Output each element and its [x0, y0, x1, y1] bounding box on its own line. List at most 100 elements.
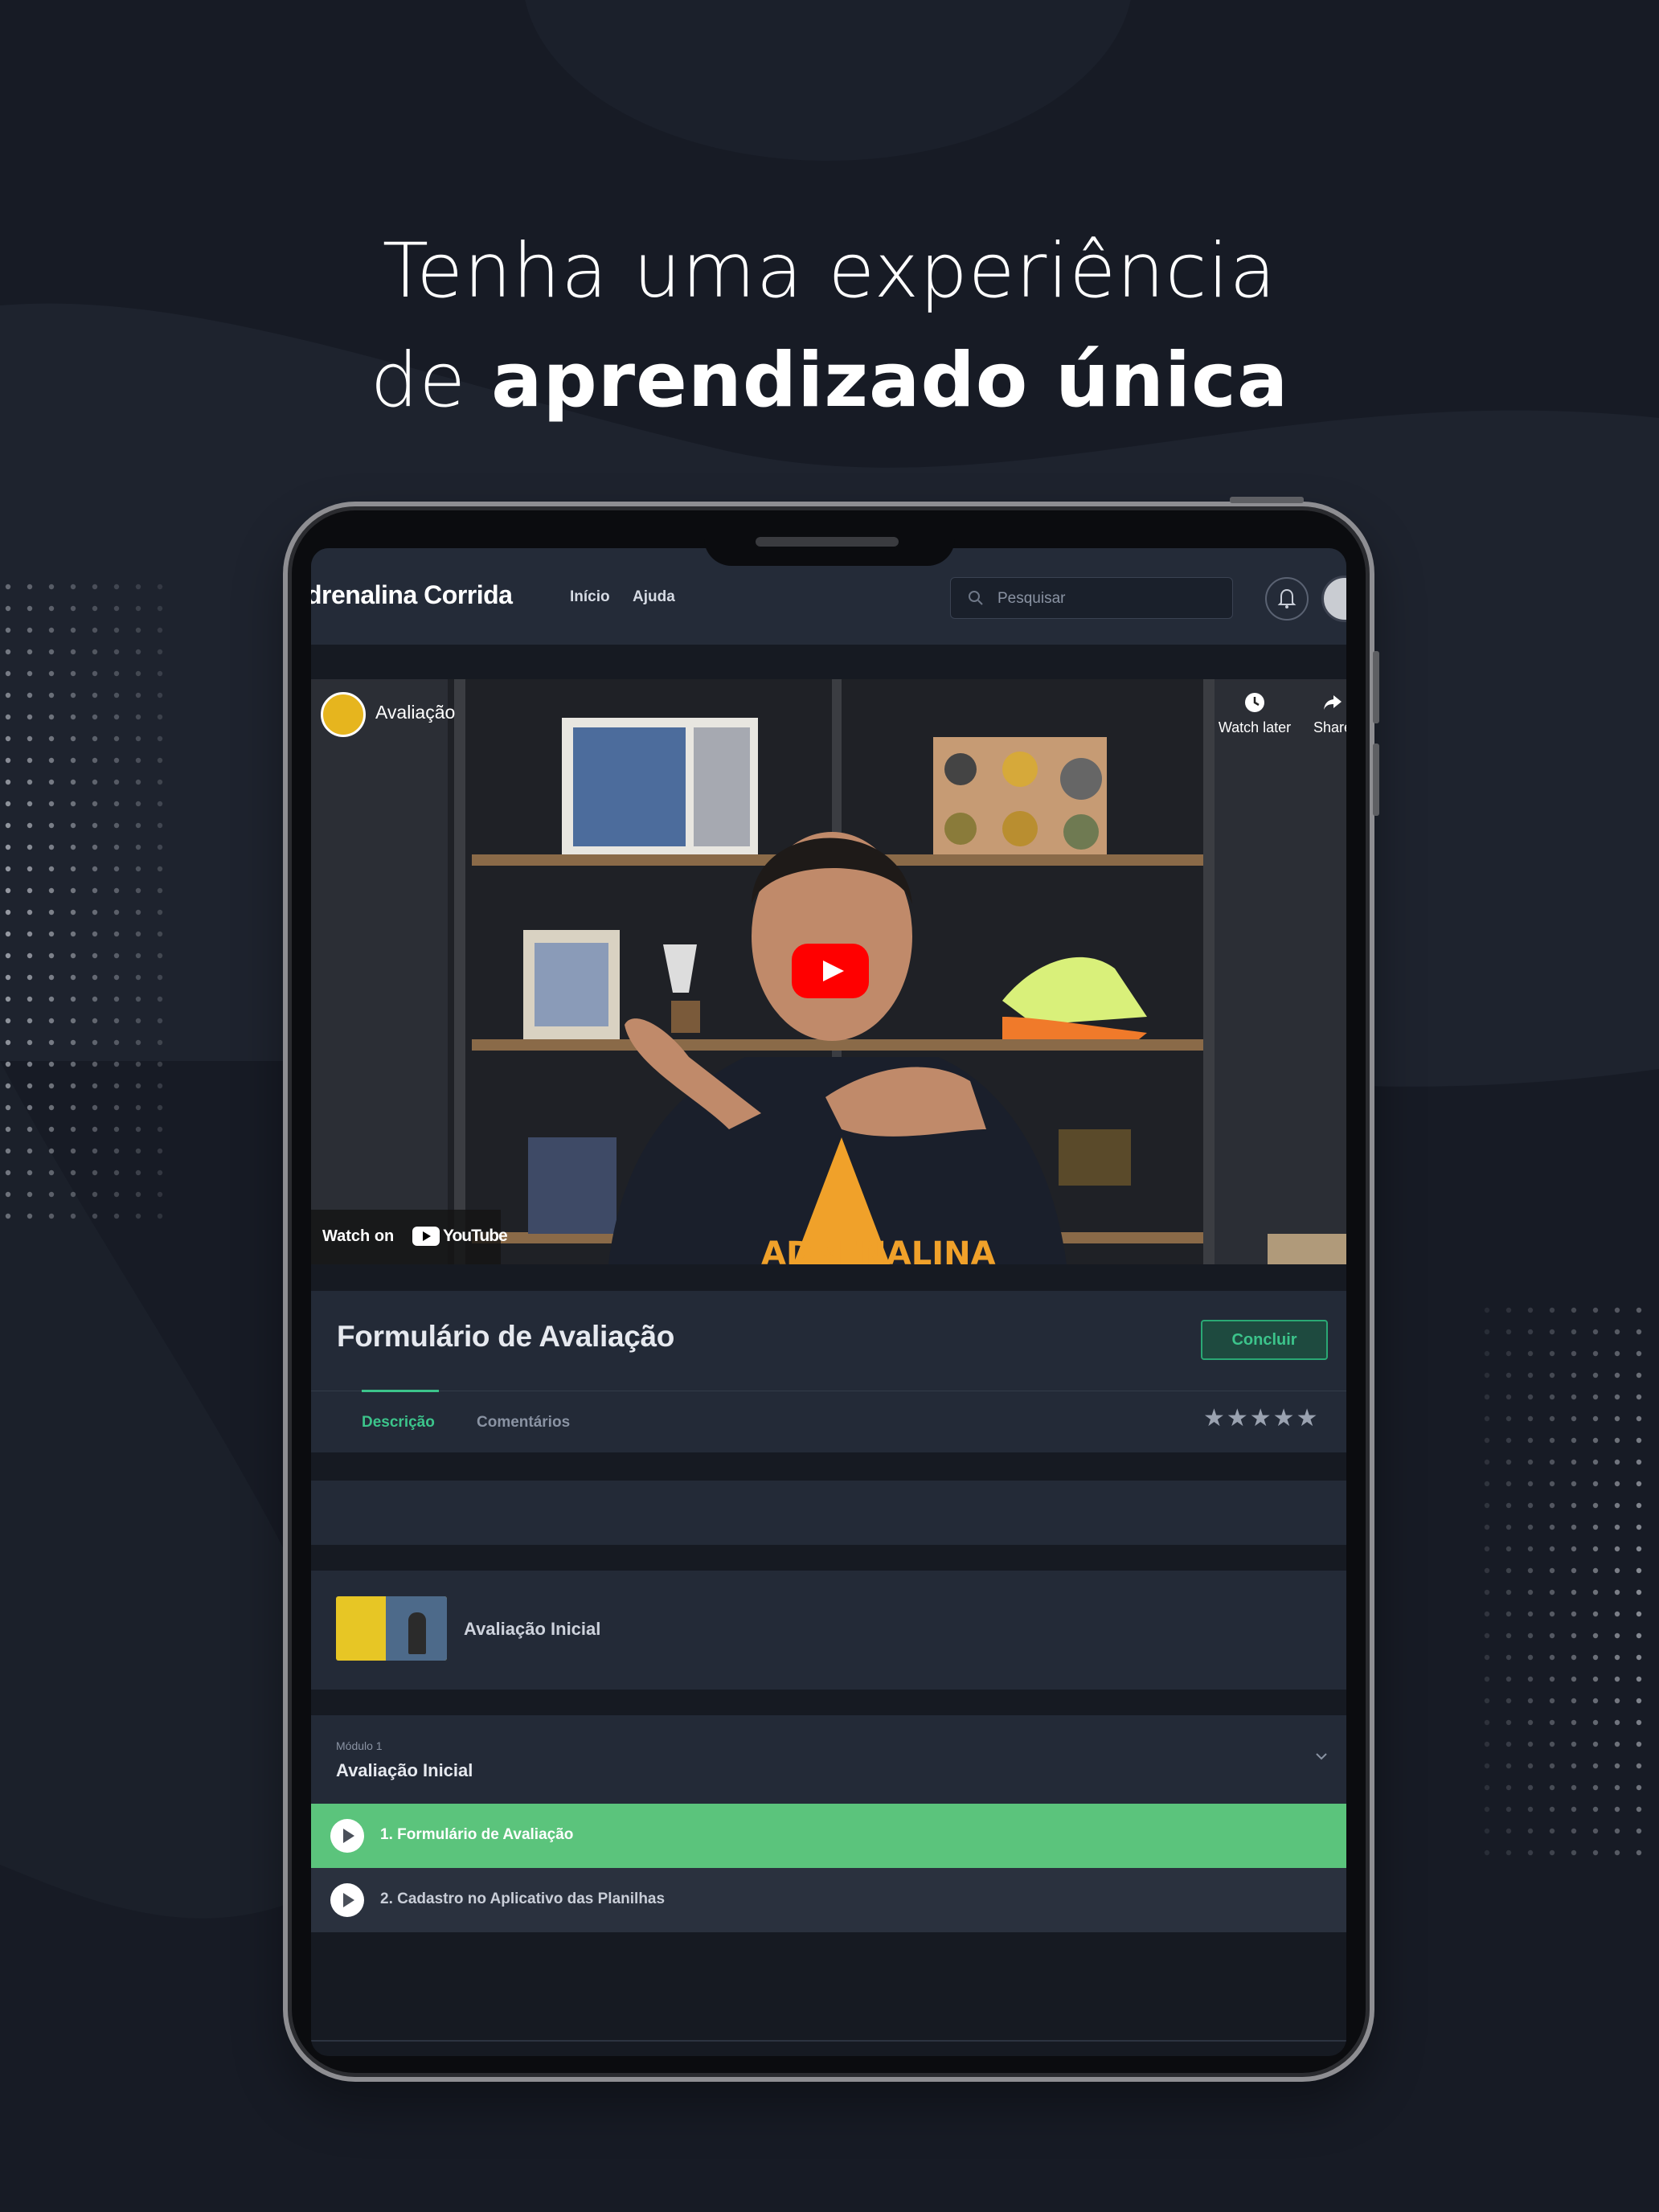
decorative-dot — [5, 952, 11, 959]
decorative-dot — [27, 931, 33, 937]
decorative-dot — [135, 1148, 141, 1154]
decorative-dot — [1571, 1849, 1577, 1856]
decorative-dot — [1592, 1676, 1599, 1682]
decorative-dot — [113, 605, 120, 612]
nav-link-inicio[interactable]: Início — [570, 588, 610, 606]
channel-avatar[interactable] — [321, 692, 366, 737]
lesson-item[interactable]: 2. Cadastro no Aplicativo das Planilhas — [311, 1868, 1346, 1932]
rating-stars[interactable]: ★★★★★ — [1203, 1404, 1319, 1432]
decorative-dot — [135, 974, 141, 981]
decorative-dot — [1484, 1372, 1490, 1378]
decorative-dot — [1549, 1481, 1555, 1487]
decorative-dot — [1592, 1372, 1599, 1378]
nav-link-ajuda[interactable]: Ajuda — [633, 588, 675, 606]
decorative-dot — [157, 649, 163, 655]
lesson-item-active[interactable]: 1. Formulário de Avaliação — [311, 1804, 1346, 1868]
decorative-dot — [1527, 1784, 1534, 1791]
decorative-dot — [92, 844, 98, 850]
decorative-dot — [1549, 1459, 1555, 1465]
decorative-dot — [1527, 1763, 1534, 1769]
decorative-dot — [1549, 1329, 1555, 1335]
search-input[interactable]: Pesquisar — [950, 577, 1233, 619]
decorative-dot — [135, 1126, 141, 1133]
decorative-dot — [1636, 1676, 1642, 1682]
tablet-speaker — [756, 537, 899, 547]
decorative-dot — [27, 1083, 33, 1089]
decorative-dot — [135, 996, 141, 1002]
decorative-dot — [48, 649, 55, 655]
youtube-play-button[interactable] — [792, 944, 869, 998]
decorative-dot — [1636, 1632, 1642, 1639]
decorative-dot — [27, 1213, 33, 1219]
watch-later-button[interactable]: Watch later — [1206, 690, 1303, 736]
notifications-button[interactable] — [1265, 577, 1309, 621]
decorative-dot — [1549, 1632, 1555, 1639]
decorative-dot — [1527, 1676, 1534, 1682]
complete-lesson-button[interactable]: Concluir — [1201, 1320, 1328, 1360]
decorative-dot — [1549, 1741, 1555, 1747]
decorative-dot — [1549, 1784, 1555, 1791]
decorative-dot — [1549, 1611, 1555, 1617]
decorative-dot — [1592, 1481, 1599, 1487]
decorative-dot — [1571, 1698, 1577, 1704]
decorative-dot — [1484, 1611, 1490, 1617]
decorative-dot — [1484, 1698, 1490, 1704]
headline-line-1: Tenha uma experiência — [382, 227, 1277, 315]
decorative-dot — [48, 584, 55, 590]
decorative-dot — [1636, 1763, 1642, 1769]
brand-logo[interactable]: drenalina Corrida — [311, 580, 513, 610]
decorative-dot — [1636, 1394, 1642, 1400]
module-header[interactable]: Módulo 1 Avaliação Inicial — [311, 1715, 1346, 1804]
course-card[interactable]: Avaliação Inicial — [311, 1571, 1346, 1690]
decorative-dot — [1614, 1632, 1620, 1639]
decorative-dot — [157, 952, 163, 959]
decorative-dot — [1592, 1329, 1599, 1335]
decorative-dot — [1505, 1567, 1512, 1574]
decorative-dot — [1636, 1828, 1642, 1834]
youtube-logo-icon — [412, 1227, 440, 1246]
decorative-dot — [1614, 1806, 1620, 1813]
decorative-dot — [1527, 1849, 1534, 1856]
video-player[interactable]: ADRENALINA Avaliação Watch later Share W… — [311, 679, 1346, 1264]
decorative-dot — [157, 931, 163, 937]
decorative-dot — [70, 996, 76, 1002]
decorative-dot — [1592, 1654, 1599, 1661]
headline: Tenha uma experiência de aprendizado úni… — [0, 217, 1659, 436]
decorative-dot — [1636, 1611, 1642, 1617]
decorative-dot — [1484, 1741, 1490, 1747]
decorative-dot — [113, 670, 120, 677]
decorative-dot — [1527, 1502, 1534, 1509]
decorative-dot — [92, 1148, 98, 1154]
decorative-dot — [27, 866, 33, 872]
decorative-dot — [1636, 1567, 1642, 1574]
decorative-dot — [157, 866, 163, 872]
decorative-dot — [1571, 1415, 1577, 1422]
user-avatar[interactable] — [1321, 576, 1346, 622]
decorative-dot — [1505, 1784, 1512, 1791]
decorative-dot — [1571, 1676, 1577, 1682]
decorative-dot — [27, 996, 33, 1002]
decorative-dot — [1571, 1481, 1577, 1487]
decorative-dot — [113, 974, 120, 981]
decorative-dot — [135, 1018, 141, 1024]
decorative-dot — [1549, 1719, 1555, 1726]
decorative-dot — [1592, 1719, 1599, 1726]
decorative-dot — [5, 627, 11, 633]
decorative-dot — [70, 627, 76, 633]
decorative-dot — [1571, 1567, 1577, 1574]
decorative-dot — [1549, 1828, 1555, 1834]
decorative-dot — [1571, 1589, 1577, 1596]
decorative-dot — [48, 952, 55, 959]
video-title[interactable]: Avaliação — [375, 702, 455, 723]
decorative-dot — [1484, 1632, 1490, 1639]
chevron-down-icon[interactable] — [1313, 1747, 1330, 1765]
decorative-dot — [113, 866, 120, 872]
decorative-dot — [92, 670, 98, 677]
share-button[interactable]: Share — [1296, 690, 1346, 736]
tab-comentarios[interactable]: Comentários — [477, 1414, 570, 1432]
decorative-dot — [48, 822, 55, 829]
decorative-dot — [113, 844, 120, 850]
decorative-dot — [5, 1083, 11, 1089]
watch-on-youtube-button[interactable]: Watch on YouTube — [311, 1210, 508, 1264]
tab-descricao[interactable]: Descrição — [362, 1414, 435, 1432]
